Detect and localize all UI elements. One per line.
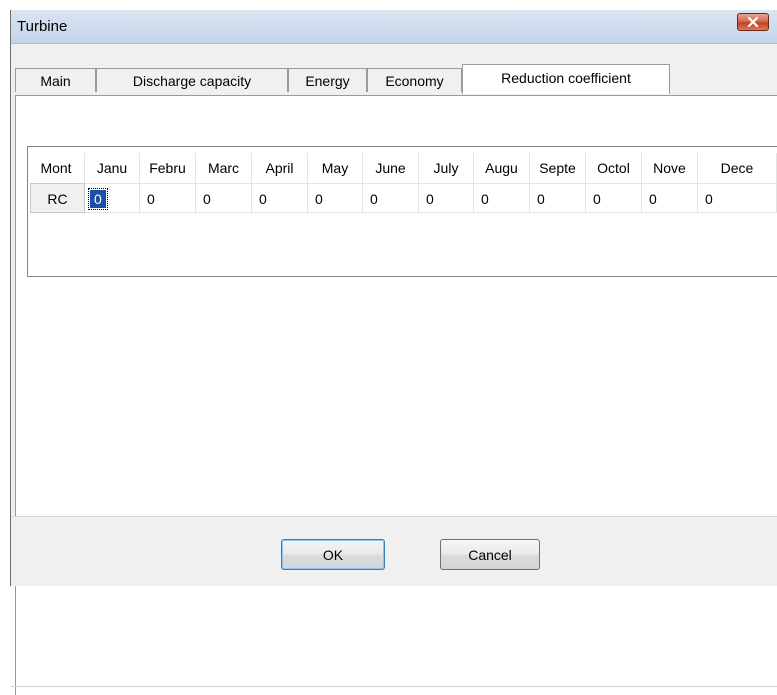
tab-reduction-coefficient[interactable]: Reduction coefficient [462,64,670,94]
cell-value: 0 [88,188,108,210]
cell-november[interactable]: 0 [642,183,698,213]
header-cell-january: Janu [85,153,140,183]
cell-july[interactable]: 0 [419,183,474,213]
dialog-window: Turbine Main Discharge capacity Energy E… [10,10,777,695]
cell-april[interactable]: 0 [252,183,308,213]
dialog-client: Main Discharge capacity Energy Economy R… [11,44,777,695]
tab-strip: Main Discharge capacity Energy Economy R… [15,64,775,94]
header-cell-september: Septe [530,153,586,183]
ok-label: OK [322,546,344,563]
tab-label: Reduction coefficient [501,70,631,86]
tab-economy[interactable]: Economy [367,68,462,92]
header-cell-february: Febru [140,153,196,183]
button-bar: OK Cancel [11,516,777,586]
header-cell-may: May [308,153,363,183]
ok-button[interactable]: OK [281,539,385,570]
cell-february[interactable]: 0 [140,183,196,213]
cell-september[interactable]: 0 [530,183,586,213]
header-cell-march: Marc [196,153,252,183]
header-cell-december: Dece [698,153,777,183]
header-cell-october: Octol [586,153,642,183]
cell-august[interactable]: 0 [474,183,530,213]
footer-separator [11,686,777,687]
header-cell-august: Augu [474,153,530,183]
close-button[interactable] [737,13,769,31]
tab-energy[interactable]: Energy [288,68,367,92]
tab-label: Discharge capacity [132,73,252,89]
tab-label: Economy [385,73,444,89]
tab-main[interactable]: Main [15,68,96,92]
header-cell-april: April [252,153,308,183]
header-cell-november: Nove [642,153,698,183]
cell-january[interactable]: 0 [85,183,140,213]
title-bar[interactable]: Turbine [11,10,777,44]
table-row: RC 0 0 0 0 0 0 0 0 0 0 0 0 [28,183,777,213]
cancel-label: Cancel [468,546,512,563]
tab-discharge-capacity[interactable]: Discharge capacity [96,68,288,92]
close-icon [747,17,759,27]
header-cell-june: June [363,153,419,183]
cell-may[interactable]: 0 [308,183,363,213]
reduction-coefficient-grid[interactable]: Mont Janu Febru Marc April May June July… [27,146,777,277]
cancel-button[interactable]: Cancel [440,539,540,570]
cell-december[interactable]: 0 [698,183,777,213]
grid-header: Mont Janu Febru Marc April May June July… [28,153,777,183]
cell-june[interactable]: 0 [363,183,419,213]
window-title: Turbine [17,18,68,35]
tab-label: Energy [305,73,350,89]
header-cell-month: Mont [28,153,85,183]
row-header-rc[interactable]: RC [30,183,85,213]
tab-label: Main [40,73,71,89]
header-cell-july: July [419,153,474,183]
cell-march[interactable]: 0 [196,183,252,213]
cell-october[interactable]: 0 [586,183,642,213]
